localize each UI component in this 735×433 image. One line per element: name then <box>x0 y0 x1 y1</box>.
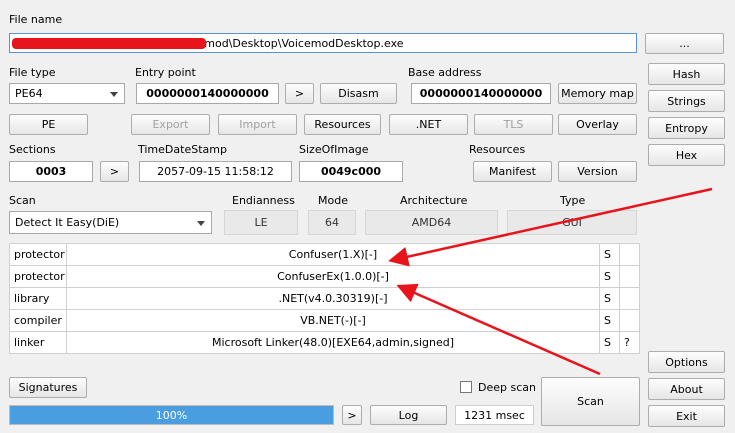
annotation-overlay <box>388 187 713 376</box>
annotation-arrow-2 <box>396 283 601 376</box>
annotation-arrow-1 <box>388 187 713 267</box>
